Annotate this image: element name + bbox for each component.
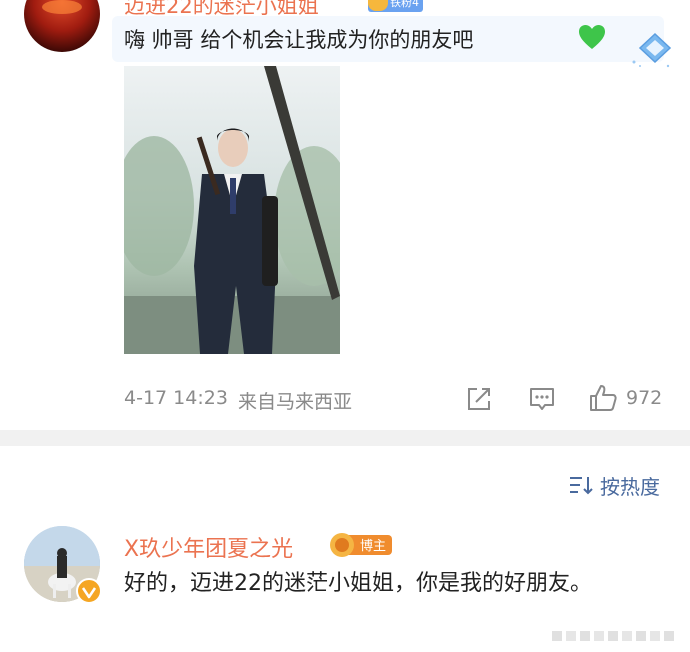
reply-text: 好的，迈进22的迷茫小姐姐，你是我的好朋友。 — [124, 571, 592, 596]
section-divider — [0, 430, 690, 446]
fan-badge: 铁粉4 — [368, 0, 423, 12]
comment-time: 4-17 14:23 — [124, 387, 228, 409]
comment-location: 来自马来西亚 — [238, 391, 353, 413]
crown-icon — [368, 0, 388, 11]
replier-username[interactable]: X玖少年团夏之光 — [124, 531, 293, 563]
diamond-badge-icon — [632, 32, 672, 68]
commenter-avatar[interactable] — [24, 0, 100, 52]
comment-photo[interactable] — [124, 66, 340, 354]
watermark-icon — [548, 628, 682, 644]
share-icon[interactable] — [466, 386, 492, 412]
heart-emoji-icon — [579, 25, 605, 49]
like-count: 972 — [626, 387, 663, 409]
fan-badge-label: 铁粉4 — [390, 0, 419, 9]
comment-icon[interactable] — [528, 386, 556, 412]
photo-illustration — [124, 66, 340, 354]
sort-by-hot-button[interactable]: 按热度 — [600, 471, 660, 500]
comment-text: 嗨 帅哥 给个机会让我成为你的朋友吧 — [124, 28, 474, 52]
sort-icon[interactable] — [568, 474, 594, 496]
like-icon[interactable] — [588, 383, 618, 413]
verified-icon — [76, 578, 102, 604]
author-badge-label: 博主 — [360, 539, 387, 554]
